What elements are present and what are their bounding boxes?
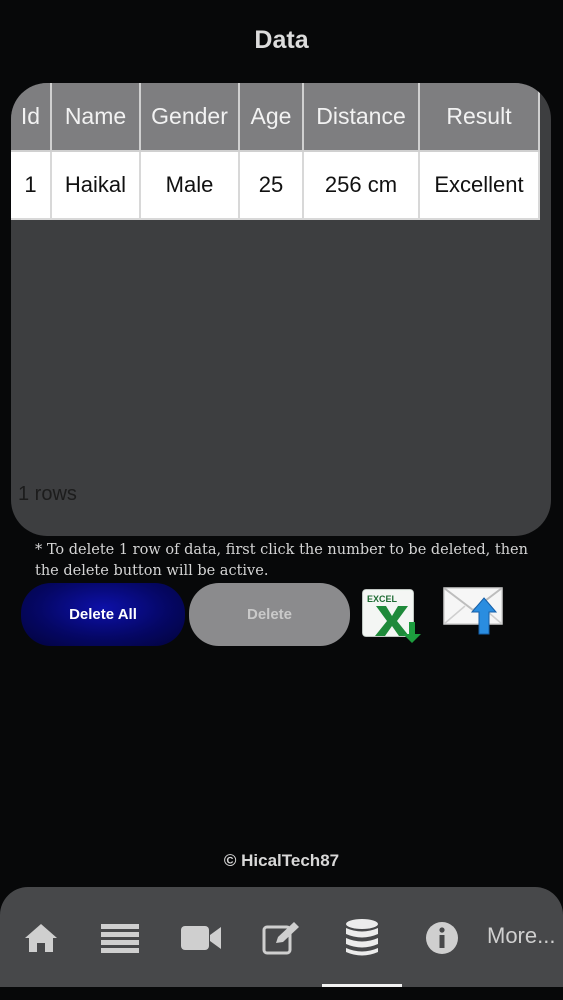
database-icon[interactable] <box>343 917 381 959</box>
home-icon[interactable] <box>22 917 60 959</box>
excel-icon-text: EXCEL <box>367 594 398 604</box>
excel-export-icon[interactable]: EXCEL <box>359 586 425 644</box>
system-bottom-bar <box>0 987 563 1000</box>
cell-distance: 256 cm <box>302 150 420 220</box>
copyright-text: © HicalTech87 <box>223 851 340 870</box>
table-row[interactable]: 1 Haikal Male 25 256 cm Excellent <box>11 150 540 220</box>
more-menu-item[interactable]: More... <box>487 923 555 949</box>
list-icon[interactable] <box>100 917 140 959</box>
row-count-label: 1 rows <box>18 483 77 505</box>
column-header-distance[interactable]: Distance <box>302 83 420 152</box>
edit-icon[interactable] <box>261 917 301 959</box>
cell-result: Excellent <box>418 150 540 220</box>
email-upload-icon[interactable] <box>441 584 507 646</box>
column-header-age[interactable]: Age <box>238 83 304 152</box>
video-icon[interactable] <box>180 917 222 959</box>
column-header-gender[interactable]: Gender <box>139 83 240 152</box>
delete-button[interactable]: Delete <box>189 583 350 646</box>
data-screen: Data Id Name Gender Age Distance Result … <box>0 0 563 1000</box>
delete-instruction-note: * To delete 1 row of data, first click t… <box>35 542 528 579</box>
delete-all-button[interactable]: Delete All <box>21 583 185 646</box>
page-title: Data <box>254 26 309 54</box>
data-table-card: Id Name Gender Age Distance Result 1 Hai… <box>11 83 551 536</box>
column-header-id[interactable]: Id <box>11 83 52 152</box>
cell-gender: Male <box>139 150 240 220</box>
column-header-name[interactable]: Name <box>50 83 141 152</box>
data-table: Id Name Gender Age Distance Result 1 Hai… <box>11 83 540 220</box>
cell-id[interactable]: 1 <box>11 150 52 220</box>
cell-age: 25 <box>238 150 304 220</box>
cell-name: Haikal <box>50 150 141 220</box>
info-icon[interactable] <box>424 917 460 959</box>
bottom-navigation: More... <box>0 887 563 987</box>
table-header-row: Id Name Gender Age Distance Result <box>11 83 540 152</box>
column-header-result[interactable]: Result <box>418 83 540 152</box>
